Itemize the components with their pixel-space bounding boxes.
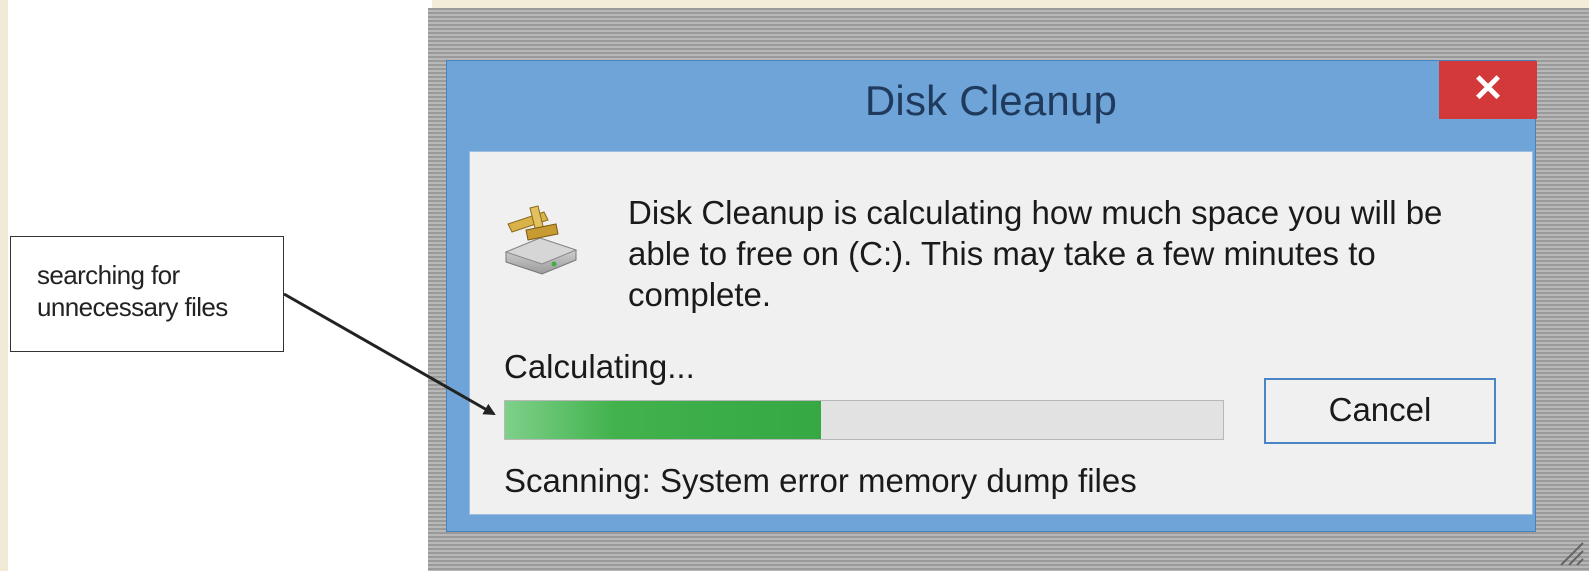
cancel-button[interactable]: Cancel [1264,378,1496,444]
progress-bar [504,400,1224,440]
callout-line-1: searching for [37,260,180,290]
scanning-label: Scanning: System error memory dump files [504,462,1137,499]
disk-cleanup-dialog: Disk Cleanup ✕ Disk Cleanup is calculati… [446,60,1537,532]
dialog-title: Disk Cleanup [864,77,1118,124]
disk-cleanup-icon [504,205,578,275]
status-label: Calculating... [504,348,695,385]
resize-grip-icon[interactable] [1557,539,1585,567]
progress-fill [505,401,821,439]
close-button[interactable]: ✕ [1439,61,1537,119]
callout-line-2: unnecessary files [37,292,228,322]
dialog-message: Disk Cleanup is calculating how much spa… [628,194,1443,313]
dialog-content: Disk Cleanup is calculating how much spa… [469,151,1533,515]
callout-box: searching for unnecessary files [10,236,284,352]
